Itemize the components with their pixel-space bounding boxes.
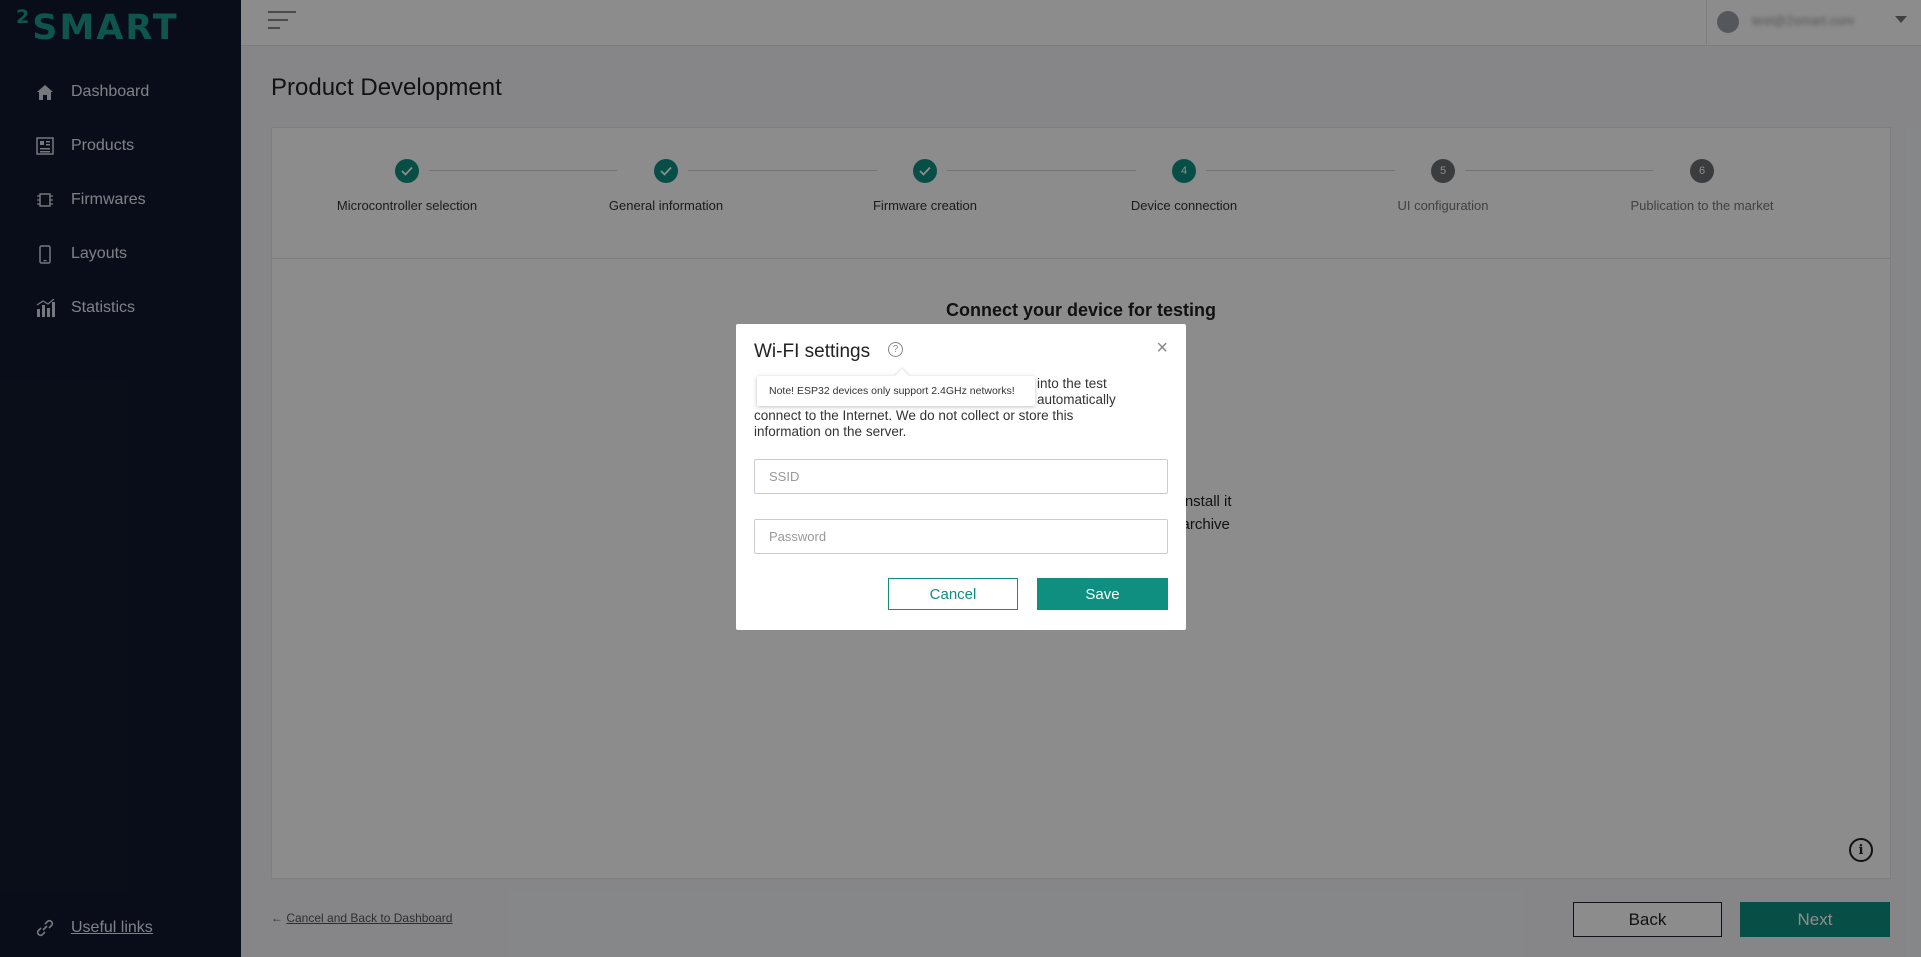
save-button[interactable]: Save <box>1037 578 1168 610</box>
close-icon[interactable]: × <box>1156 338 1168 358</box>
modal-title: Wi-FI settings <box>754 341 871 362</box>
password-input[interactable] <box>754 519 1168 554</box>
wifi-note-tooltip: Note! ESP32 devices only support 2.4GHz … <box>757 376 1035 406</box>
ssid-input[interactable] <box>754 459 1168 494</box>
wifi-settings-modal: Wi-FI settings ? × into the test automat… <box>736 324 1186 630</box>
cancel-button[interactable]: Cancel <box>888 578 1018 610</box>
help-icon[interactable]: ? <box>888 342 903 357</box>
